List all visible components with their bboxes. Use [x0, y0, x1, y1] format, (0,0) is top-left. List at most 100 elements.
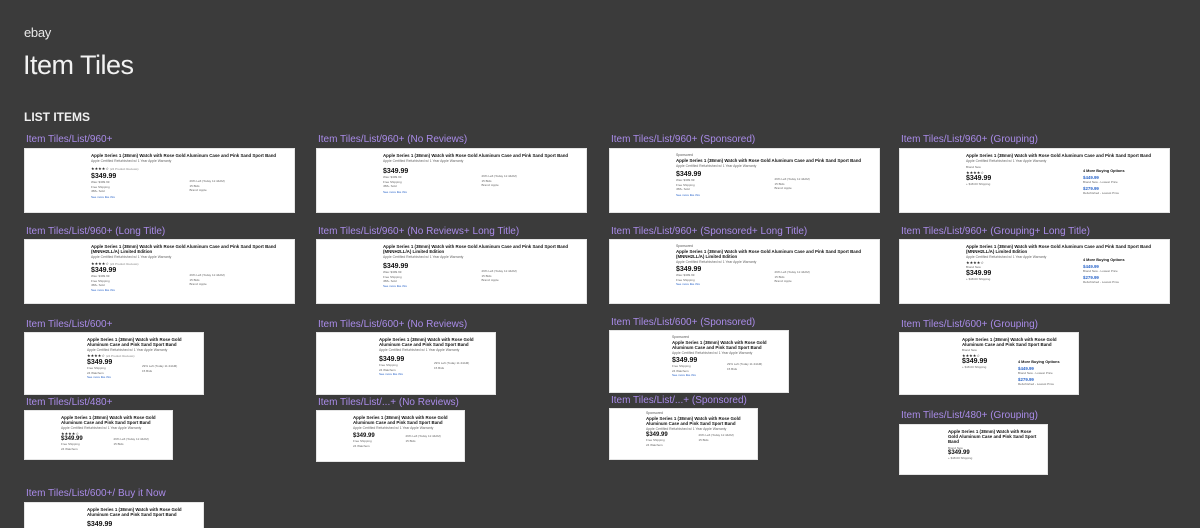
item-title[interactable]: Apple Series 1 (38mm) Watch with Rose Go… [966, 244, 1163, 254]
sold-count: 458+ Sold [91, 189, 105, 194]
item-image[interactable] [610, 240, 672, 303]
item-image[interactable] [317, 149, 379, 212]
item-image[interactable] [900, 333, 958, 394]
brand: Brand: Apple [774, 186, 792, 191]
item-title[interactable]: Apple Series 1 (38mm) Watch with Rose Go… [379, 337, 489, 347]
item-image[interactable] [900, 149, 962, 212]
frame-label: Item Tiles/List/600+ (Grouping) [901, 319, 1039, 330]
item-title[interactable]: Apple Series 1 (38mm) Watch with Rose Go… [383, 244, 580, 254]
frame-label: Item Tiles/List/480+ (Grouping) [901, 410, 1039, 421]
see-more-link[interactable]: See more like this [672, 373, 727, 377]
item-title[interactable]: Apple Series 1 (38mm) Watch with Rose Go… [91, 244, 288, 254]
item-price: $349.99 [379, 356, 405, 364]
ebay-logo: ebay [24, 25, 51, 40]
see-more-link[interactable]: See more like this [383, 284, 482, 288]
item-title[interactable]: Apple Series 1 (38mm) Watch with Rose Go… [646, 416, 751, 426]
rating-stars[interactable]: ★★★★☆ (24 Product Reviews) [87, 353, 197, 358]
item-price: $349.99 [676, 266, 702, 274]
frame-label: Item Tiles/List/960+ [26, 134, 113, 145]
see-more-link[interactable]: See more like this [91, 288, 190, 292]
more-options-label[interactable]: 4 More Buying Options [1083, 169, 1125, 173]
item-title[interactable]: Apple Series 1 (38mm) Watch with Rose Go… [87, 337, 197, 347]
item-title[interactable]: Apple Series 1 (38mm) Watch with Rose Go… [91, 153, 288, 158]
item-tile[interactable]: Apple Series 1 (38mm) Watch with Rose Go… [24, 239, 295, 304]
item-image[interactable] [900, 240, 962, 303]
item-tile[interactable]: Sponsored Apple Series 1 (38mm) Watch wi… [609, 330, 789, 393]
item-image[interactable] [610, 409, 643, 459]
item-price: $349.99 [966, 174, 992, 182]
see-more-link[interactable]: See more like this [676, 282, 775, 286]
item-price: $349.99 [87, 521, 113, 528]
item-tile[interactable]: Apple Series 1 (38mm) Watch with Rose Go… [24, 148, 295, 213]
item-title[interactable]: Apple Series 1 (38mm) Watch with Rose Go… [61, 415, 166, 425]
watcher-count: 24 Watchers [646, 442, 663, 447]
review-count: (24 Product Reviews) [109, 262, 139, 267]
bid-count: 15 Bids [405, 438, 416, 443]
item-image[interactable] [317, 411, 350, 461]
see-more-link[interactable]: See more like this [87, 375, 142, 379]
see-more-link[interactable]: See more like this [383, 190, 482, 194]
item-subtitle: Apple Certified Refurbished w/ 1 Year Ap… [61, 426, 142, 431]
item-tile-grouping[interactable]: Apple Series 1 (38mm) Watch with Rose Go… [899, 332, 1079, 395]
item-title[interactable]: Apple Series 1 (38mm) Watch with Rose Go… [966, 153, 1163, 158]
rating-stars[interactable]: ★★★★☆ (24 Product Reviews) [91, 166, 288, 171]
item-subtitle: Apple Certified Refurbished w/ 1 Year Ap… [672, 351, 753, 356]
item-tile-grouping[interactable]: Apple Series 1 (38mm) Watch with Rose Go… [899, 148, 1170, 213]
item-title[interactable]: Apple Series 1 (38mm) Watch with Rose Go… [676, 158, 873, 163]
more-options-label[interactable]: 4 More Buying Options [1083, 258, 1125, 262]
item-price: $349.99 [91, 267, 117, 275]
item-tile[interactable]: Apple Series 1 (38mm) Watch with Rose Go… [24, 502, 204, 528]
bid-count: 15 Bids [113, 441, 124, 446]
item-tile[interactable]: Sponsored Apple Series 1 (38mm) Watch wi… [609, 148, 880, 213]
item-title[interactable]: Apple Series 1 (38mm) Watch with Rose Go… [353, 415, 458, 425]
see-more-link[interactable]: See more like this [379, 372, 434, 376]
option-label: Refurbished - Lowest Price [1083, 280, 1120, 284]
item-subtitle: Apple Certified Refurbished w/ 1 Year Ap… [91, 159, 172, 164]
item-tile[interactable]: Apple Series 1 (38mm) Watch with Rose Go… [24, 332, 204, 395]
bid-count: 15 Bids [434, 365, 445, 370]
item-tile-grouping[interactable]: Apple Series 1 (38mm) Watch with Rose Go… [899, 239, 1170, 304]
item-subtitle: Apple Certified Refurbished w/ 1 Year Ap… [379, 348, 460, 353]
item-image[interactable] [25, 149, 87, 212]
item-title[interactable]: Apple Series 1 (38mm) Watch with Rose Go… [676, 249, 873, 259]
item-tile[interactable]: Sponsored Apple Series 1 (38mm) Watch wi… [609, 239, 880, 304]
item-image[interactable] [317, 333, 375, 394]
item-image[interactable] [317, 240, 379, 303]
item-image[interactable] [25, 240, 87, 303]
item-image[interactable] [25, 411, 58, 459]
item-title[interactable]: Apple Series 1 (38mm) Watch with Rose Go… [87, 507, 197, 517]
item-tile[interactable]: Apple Series 1 (38mm) Watch with Rose Go… [316, 410, 465, 462]
item-image[interactable] [25, 503, 83, 528]
more-options-label[interactable]: 4 More Buying Options [1018, 360, 1060, 364]
brand: Brand: Apple [189, 282, 207, 287]
item-image[interactable] [610, 331, 668, 392]
item-price: $349.99 [87, 359, 113, 367]
item-tile[interactable]: Sponsored Apple Series 1 (38mm) Watch wi… [609, 408, 758, 460]
item-subtitle: Apple Certified Refurbished w/ 1 Year Ap… [966, 255, 1047, 260]
see-more-link[interactable]: See more like this [676, 193, 775, 197]
item-title[interactable]: Apple Series 1 (38mm) Watch with Rose Go… [672, 340, 782, 350]
item-title[interactable]: Apple Series 1 (38mm) Watch with Rose Go… [383, 153, 580, 158]
bid-count: 15 Bids [142, 368, 153, 373]
item-title[interactable]: Apple Series 1 (38mm) Watch with Rose Go… [948, 429, 1041, 445]
brand: Brand: Apple [481, 278, 499, 283]
item-tile[interactable]: Apple Series 1 (38mm) Watch with Rose Go… [316, 239, 587, 304]
item-tile[interactable]: Apple Series 1 (38mm) Watch with Rose Go… [316, 332, 496, 395]
item-price: $349.99 [676, 171, 702, 179]
item-price: $349.99 [966, 269, 992, 277]
item-image[interactable] [610, 149, 672, 212]
item-image[interactable] [25, 333, 83, 394]
item-image[interactable] [900, 425, 933, 474]
item-tile-grouping[interactable]: Apple Series 1 (38mm) Watch with Rose Go… [899, 424, 1048, 475]
item-subtitle: Apple Certified Refurbished w/ 1 Year Ap… [353, 426, 434, 431]
frame-label: Item Tiles/List/960+ (No Reviews+ Long T… [318, 226, 520, 237]
see-more-link[interactable]: See more like this [91, 195, 190, 199]
item-subtitle: Apple Certified Refurbished w/ 1 Year Ap… [966, 159, 1047, 164]
frame-label: Item Tiles/List/600+/ Buy it Now [26, 488, 166, 499]
item-subtitle: Apple Certified Refurbished w/ 1 Year Ap… [87, 348, 168, 353]
rating-stars[interactable]: ★★★★☆ (24 Product Reviews) [91, 261, 288, 266]
bid-count: 15 Bids [727, 366, 738, 371]
item-tile[interactable]: Apple Series 1 (38mm) Watch with Rose Go… [316, 148, 587, 213]
item-tile[interactable]: Apple Series 1 (38mm) Watch with Rose Go… [24, 410, 173, 460]
item-title[interactable]: Apple Series 1 (38mm) Watch with Rose Go… [962, 337, 1072, 347]
